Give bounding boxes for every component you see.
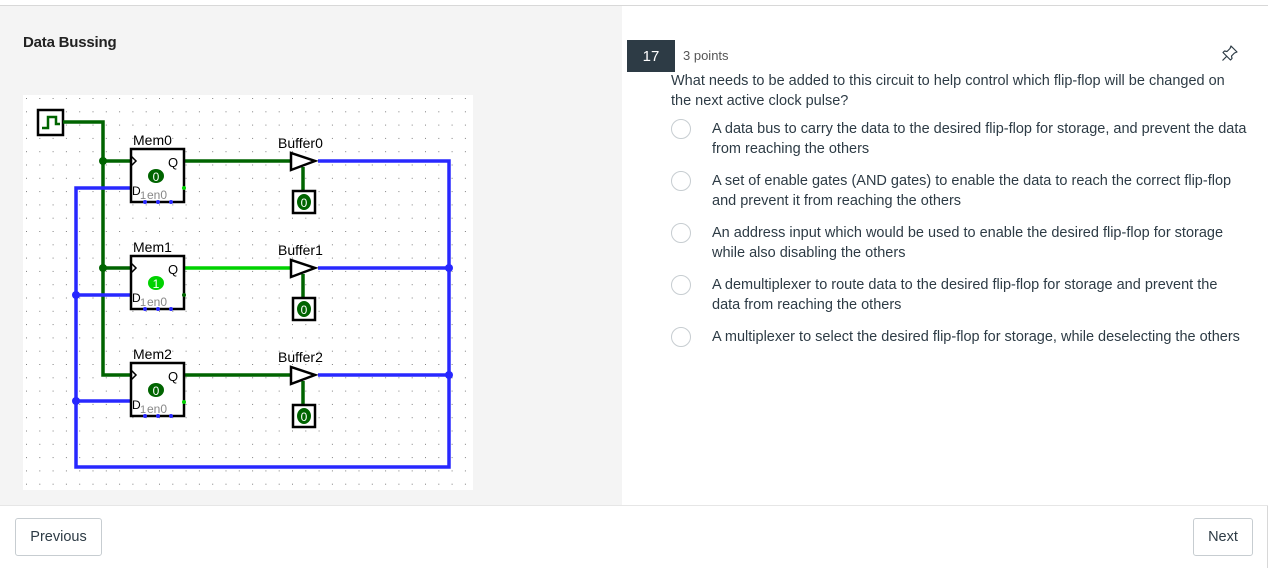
buffer-label: Buffer1: [278, 242, 323, 258]
answer-option[interactable]: A set of enable gates (AND gates) to ena…: [671, 171, 1251, 223]
bus-junction: [445, 264, 453, 272]
clock-junction: [99, 157, 107, 165]
answer-option-label[interactable]: A set of enable gates (AND gates) to ena…: [712, 171, 1247, 211]
enable-pin-label: en0: [147, 188, 167, 202]
bus-junction: [445, 371, 453, 379]
question-points: 3 points: [683, 48, 729, 63]
buffer-label: Buffer0: [278, 135, 323, 151]
answer-option-label[interactable]: A demultiplexer to route data to the des…: [712, 275, 1247, 315]
bus-junction: [72, 397, 80, 405]
state-value: 1: [153, 277, 160, 291]
answer-option[interactable]: A multiplexer to select the desired flip…: [671, 327, 1251, 379]
radio-button[interactable]: [671, 171, 691, 191]
q-pin-label: Q: [168, 262, 178, 277]
answer-options: A data bus to carry the data to the desi…: [671, 119, 1251, 379]
flip-flop-label: Mem1: [133, 239, 172, 255]
footer-divider: [0, 505, 1268, 506]
answer-option-label[interactable]: An address input which would be used to …: [712, 223, 1247, 263]
answer-option-label[interactable]: A multiplexer to select the desired flip…: [712, 327, 1247, 347]
answer-option[interactable]: A data bus to carry the data to the desi…: [671, 119, 1251, 171]
tristate-buffer-1[interactable]: Buffer1 0: [278, 242, 323, 322]
question-text: What needs to be added to this circuit t…: [671, 73, 1225, 109]
pin-icon[interactable]: [1220, 43, 1240, 63]
flip-flop-label: Mem0: [133, 132, 172, 148]
answer-option[interactable]: A demultiplexer to route data to the des…: [671, 275, 1251, 327]
flip-flop-mem0[interactable]: Mem0 Q 0 D 1 en0: [129, 132, 186, 204]
clock-square-wave-icon[interactable]: [36, 108, 65, 137]
enable-value: 0: [301, 196, 308, 210]
next-button[interactable]: Next: [1193, 518, 1253, 556]
buffer-label: Buffer2: [278, 349, 323, 365]
circuit-diagram: Mem0 Q 0 D 1 en0 Mem1 Q 1 D 1 en0 Mem2 Q…: [23, 95, 473, 490]
section-title: Data Bussing: [23, 34, 117, 51]
enable-pin-label: en0: [147, 402, 167, 416]
bus-junction: [72, 291, 80, 299]
radio-button[interactable]: [671, 327, 691, 347]
enable-value: 0: [301, 303, 308, 317]
flip-flop-mem2[interactable]: Mem2 Q 0 D 1 en0: [129, 346, 186, 418]
enable-value: 0: [301, 410, 308, 424]
grid-dots: [26, 98, 466, 485]
tristate-buffer-2[interactable]: Buffer2 0: [278, 349, 323, 429]
radio-button[interactable]: [671, 119, 691, 139]
previous-button[interactable]: Previous: [15, 518, 102, 556]
data-bus: [74, 159, 451, 469]
clock-wire: [63, 120, 131, 377]
enable-pin-label: en0: [147, 295, 167, 309]
flip-flop-label: Mem2: [133, 346, 172, 362]
clock-junction: [99, 264, 107, 272]
tristate-buffer-0[interactable]: Buffer0 0: [278, 135, 323, 215]
answer-option-label[interactable]: A data bus to carry the data to the desi…: [712, 119, 1247, 159]
question-number-badge: 17: [627, 40, 675, 72]
answer-option[interactable]: An address input which would be used to …: [671, 223, 1251, 275]
flip-flop-mem1[interactable]: Mem1 Q 1 D 1 en0: [129, 239, 186, 311]
q-pin-label: Q: [168, 155, 178, 170]
radio-button[interactable]: [671, 275, 691, 295]
q-pin-label: Q: [168, 369, 178, 384]
radio-button[interactable]: [671, 223, 691, 243]
state-value: 0: [153, 384, 160, 398]
state-value: 0: [153, 170, 160, 184]
